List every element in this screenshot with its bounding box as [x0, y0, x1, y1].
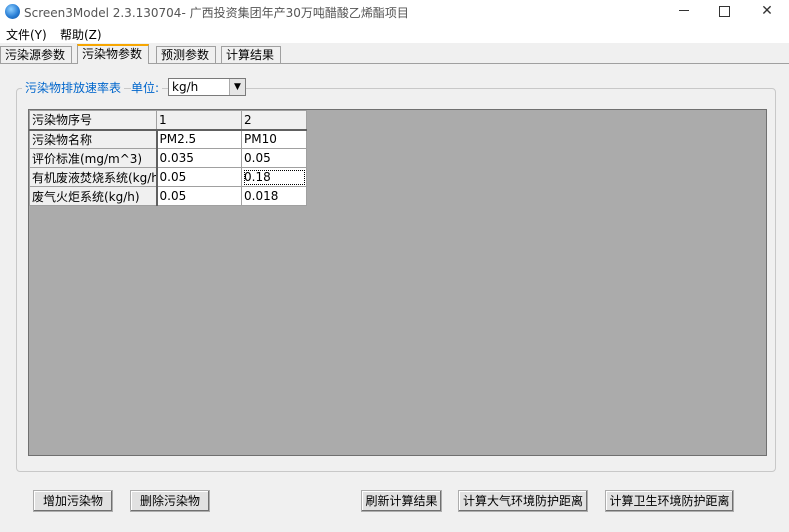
table-row: 有机废液焚烧系统(kg/h) 0.05 0.18: [29, 167, 307, 187]
table-row: 污染物名称 PM2.5 PM10: [29, 129, 307, 149]
app-icon: [5, 4, 20, 19]
add-pollutant-button[interactable]: 增加污染物: [33, 490, 113, 512]
maximize-button[interactable]: [701, 0, 747, 24]
grid-cell[interactable]: 0.05: [156, 186, 242, 206]
grid-cell[interactable]: PM2.5: [156, 129, 242, 149]
close-button[interactable]: ✕: [744, 0, 789, 24]
table-row: 评价标准(mg/m^3) 0.035 0.05: [29, 148, 307, 168]
tab-source-params[interactable]: 污染源参数: [0, 46, 73, 63]
chevron-down-icon[interactable]: ▼: [229, 79, 245, 95]
delete-pollutant-button[interactable]: 删除污染物: [130, 490, 210, 512]
menu-help[interactable]: 帮助(Z): [60, 26, 102, 43]
tab-strip: 污染源参数 污染物参数 预测参数 计算结果: [0, 44, 789, 64]
table-row: 废气火炬系统(kg/h) 0.05 0.018: [29, 186, 307, 206]
column-header[interactable]: 1: [156, 110, 242, 131]
pollutant-grid: 污染物序号 1 2 污染物名称 PM2.5 PM10 评价标准(mg/m^3) …: [28, 109, 767, 456]
grid-cell-focused[interactable]: 0.18: [241, 167, 307, 187]
title-bar: Screen3Model 2.3.130704- 广西投资集团年产30万吨醋酸乙…: [0, 0, 789, 24]
calc-hygiene-distance-button[interactable]: 计算卫生环境防护距离: [605, 490, 734, 512]
calc-atmospheric-distance-button[interactable]: 计算大气环境防护距离: [458, 490, 588, 512]
table-row: 污染物序号 1 2: [29, 110, 307, 131]
unit-select-value: kg/h: [172, 80, 199, 94]
pollutant-table: 污染物序号 1 2 污染物名称 PM2.5 PM10 评价标准(mg/m^3) …: [29, 110, 307, 206]
grid-cell[interactable]: PM10: [241, 129, 307, 149]
menu-file[interactable]: 文件(Y): [6, 26, 47, 43]
grid-cell[interactable]: 0.035: [156, 148, 242, 168]
menu-bar: 文件(Y) 帮助(Z): [0, 24, 789, 43]
column-header[interactable]: 2: [241, 110, 307, 131]
tab-pollutant-params[interactable]: 污染物参数: [77, 44, 150, 64]
refresh-results-button[interactable]: 刷新计算结果: [361, 490, 442, 512]
row-header[interactable]: 评价标准(mg/m^3): [29, 148, 158, 168]
window-title: Screen3Model 2.3.130704- 广西投资集团年产30万吨醋酸乙…: [24, 6, 409, 20]
tab-results[interactable]: 计算结果: [221, 46, 282, 63]
grid-cell[interactable]: 0.05: [156, 167, 242, 187]
row-header[interactable]: 污染物序号: [29, 110, 157, 131]
tab-prediction-params[interactable]: 预测参数: [156, 46, 217, 63]
row-header[interactable]: 有机废液焚烧系统(kg/h): [29, 167, 158, 187]
grid-cell[interactable]: 0.05: [241, 148, 307, 168]
row-header[interactable]: 废气火炬系统(kg/h): [29, 186, 158, 206]
row-header[interactable]: 污染物名称: [29, 129, 158, 149]
grid-cell[interactable]: 0.018: [241, 186, 307, 206]
group-legend: 污染物排放速率表: [22, 79, 125, 96]
unit-select[interactable]: kg/h ▼: [168, 78, 246, 96]
minimize-icon: [679, 10, 689, 11]
maximize-icon: [718, 6, 730, 17]
close-icon: ✕: [761, 3, 773, 19]
unit-label: 单位:: [131, 79, 163, 96]
